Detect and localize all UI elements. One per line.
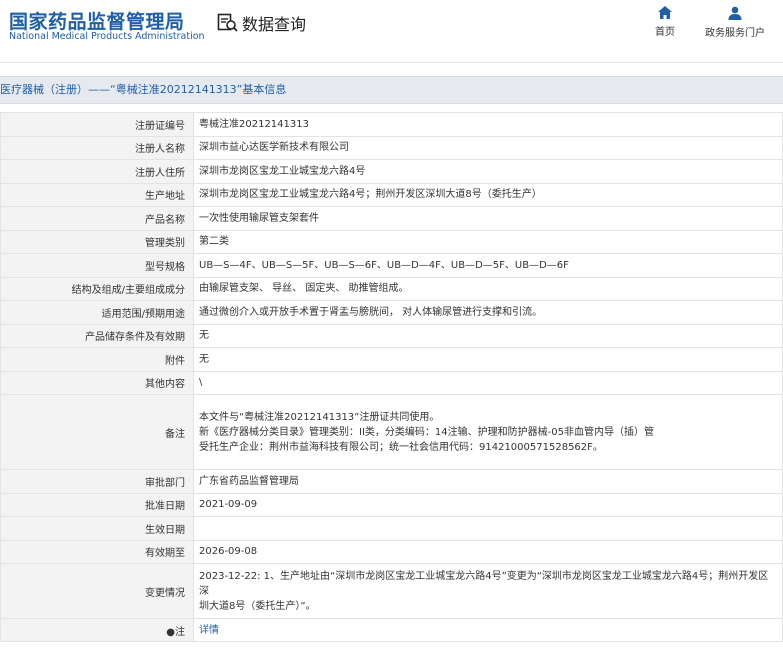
row-label: 型号规格 (0, 253, 194, 278)
table-row: 产品名称 一次性使用输尿管支架套件 (0, 206, 783, 231)
row-label: 其他内容 (0, 370, 194, 395)
home-icon (658, 6, 672, 19)
spacer (0, 104, 783, 112)
data-query-icon (217, 13, 238, 32)
row-label: 生产地址 (0, 182, 194, 207)
table-row: 变更情况 2023-12-22: 1、生产地址由“深圳市龙岗区宝龙工业城宝龙六路… (0, 563, 783, 619)
row-label: 生效日期 (0, 516, 194, 541)
change-value: 2023-12-22: 1、生产地址由“深圳市龙岗区宝龙工业城宝龙六路4号”变更… (193, 563, 783, 619)
remark-line: 本文件与“粤械注准20212141313”注册证共同使用。 (199, 411, 440, 423)
note-value: 详情 (193, 618, 783, 642)
row-value: \ (193, 370, 783, 395)
remark-value: 本文件与“粤械注准20212141313”注册证共同使用。 新《医疗器械分类目录… (193, 394, 783, 470)
row-value: 无 (193, 323, 783, 348)
row-label: 产品名称 (0, 206, 194, 231)
user-icon (728, 6, 742, 20)
table-row: 生效日期 (0, 516, 783, 541)
table-row: 备注 本文件与“粤械注准20212141313”注册证共同使用。 新《医疗器械分… (0, 394, 783, 470)
table-row: 管理类别 第二类 (0, 229, 783, 254)
nav-portal-label: 政务服务门户 (705, 28, 765, 39)
table-row: 有效期至 2026-09-08 (0, 539, 783, 564)
table-row: 批准日期 2021-09-09 (0, 492, 783, 517)
row-value (193, 516, 783, 541)
row-label: 变更情况 (0, 563, 194, 619)
breadcrumb: 医疗器械（注册）——“粤械注准20212141313”基本信息 (0, 76, 783, 104)
row-value: 通过微创介入或开放手术置于肾盂与膀胱间， 对人体输尿管进行支撑和引流。 (193, 300, 783, 325)
row-value: 广东省药品监督管理局 (193, 469, 783, 494)
row-label: ●注 (0, 618, 194, 642)
table-row: 产品储存条件及有效期无 (0, 323, 783, 348)
table-row: 附件无 (0, 347, 783, 372)
row-value: 深圳市益心达医学新技术有限公司 (193, 135, 783, 160)
table-row: 其他内容 \ (0, 370, 783, 395)
nav-service-portal[interactable]: 政务服务门户 (704, 6, 766, 39)
row-value: 粤械注准20212141313 (193, 112, 783, 137)
row-value: UB—S—4F、UB—S—5F、UB—S—6F、UB—D—4F、UB—D—5F、… (193, 253, 783, 278)
spacer (0, 62, 783, 76)
nav-home[interactable]: 首页 (651, 6, 679, 38)
row-value: 2021-09-09 (193, 492, 783, 517)
table-row: 型号规格 UB—S—4F、UB—S—5F、UB—S—6F、UB—D—4F、UB—D… (0, 253, 783, 278)
table-row: 注册证编号 粤械注准20212141313 (0, 112, 783, 137)
row-label: 批准日期 (0, 492, 194, 517)
row-label: 管理类别 (0, 229, 194, 254)
row-label: 注册人住所 (0, 159, 194, 184)
row-label: 备注 (0, 394, 194, 470)
row-value: 2026-09-08 (193, 539, 783, 564)
table-row: 注册人名称 深圳市益心达医学新技术有限公司 (0, 135, 783, 160)
row-label: 注册证编号 (0, 112, 194, 137)
site-logo-en[interactable]: National Medical Products Administration (9, 31, 205, 42)
table-row: ●注 详情 (0, 618, 783, 642)
table-row: 结构及组成/主要组成成分 由输尿管支架、 导丝、 固定夹、 助推管组成。 (0, 276, 783, 301)
row-label: 附件 (0, 347, 194, 372)
table-row: 注册人住所 深圳市龙岗区宝龙工业城宝龙六路4号 (0, 159, 783, 184)
change-line: 圳大道8号（委托生产）”。 (199, 600, 316, 612)
row-label: 注册人名称 (0, 135, 194, 160)
site-logo-cn[interactable]: 国家药品监督管理局 (9, 7, 185, 34)
remark-line: 新《医疗器械分类目录》管理类别：II类，分类编码：14注输、护理和防护器械-05… (199, 426, 654, 438)
change-line: 2023-12-22: 1、生产地址由“深圳市龙岗区宝龙工业城宝龙六路4号”变更… (199, 570, 769, 597)
row-value: 深圳市龙岗区宝龙工业城宝龙六路4号 (193, 159, 783, 184)
row-value: 由输尿管支架、 导丝、 固定夹、 助推管组成。 (193, 276, 783, 301)
row-label: 结构及组成/主要组成成分 (0, 276, 194, 301)
site-header: 国家药品监督管理局 National Medical Products Admi… (0, 0, 783, 63)
table-row: 适用范围/预期用途 通过微创介入或开放手术置于肾盂与膀胱间， 对人体输尿管进行支撑… (0, 300, 783, 325)
detail-table: 注册证编号 粤械注准20212141313 注册人名称 深圳市益心达医学新技术有限公司… (0, 112, 783, 642)
row-value: 无 (193, 347, 783, 372)
row-label: 有效期至 (0, 539, 194, 564)
row-label: 产品储存条件及有效期 (0, 323, 194, 348)
row-label: 审批部门 (0, 469, 194, 494)
nav-home-label: 首页 (655, 27, 675, 38)
table-row: 审批部门 广东省药品监督管理局 (0, 469, 783, 494)
row-label: 适用范围/预期用途 (0, 300, 194, 325)
header-divider (0, 62, 783, 63)
table-row: 生产地址 深圳市龙岗区宝龙工业城宝龙六路4号；荆州开发区深圳大道8号（委托生产） (0, 182, 783, 207)
data-query-label: 数据查询 (242, 15, 307, 34)
details-link[interactable]: 详情 (199, 625, 219, 636)
row-value: 一次性使用输尿管支架套件 (193, 206, 783, 231)
remark-line: 受托生产企业：荆州市益海科技有限公司；统一社会信用代码：914210005715… (199, 441, 603, 453)
data-query-title[interactable]: 数据查询 (217, 11, 306, 35)
row-value: 第二类 (193, 229, 783, 254)
row-value: 深圳市龙岗区宝龙工业城宝龙六路4号；荆州开发区深圳大道8号（委托生产） (193, 182, 783, 207)
